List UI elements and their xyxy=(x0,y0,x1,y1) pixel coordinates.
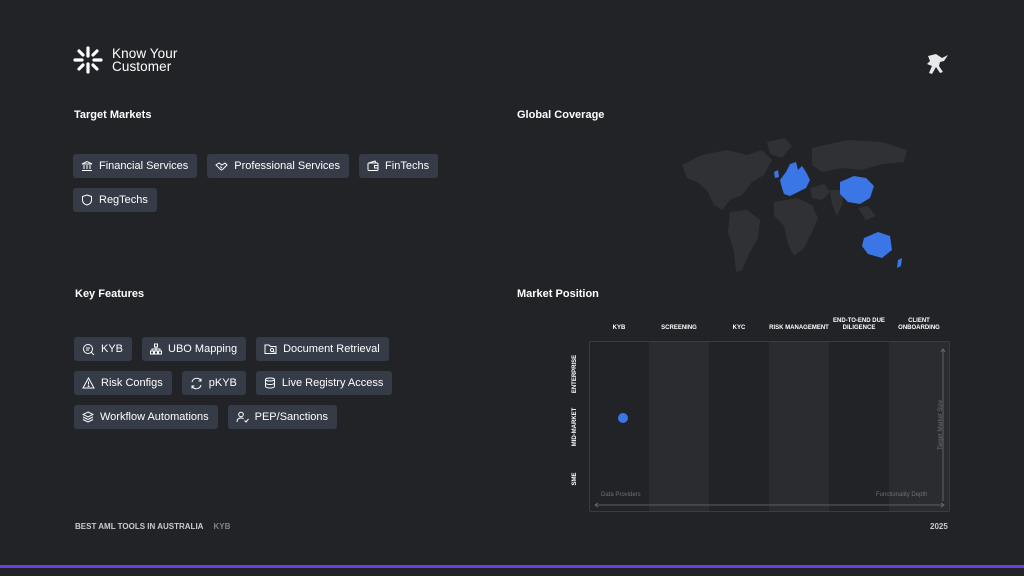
chip-label: pKYB xyxy=(208,377,237,389)
map-new-zealand-highlight xyxy=(897,258,902,268)
map-southeast-asia xyxy=(858,206,876,220)
target-markets-row-2: RegTechs xyxy=(73,188,157,212)
asterisk-logo-icon xyxy=(73,46,103,74)
brand-name: Know Your Customer xyxy=(112,47,177,74)
map-north-america xyxy=(682,150,772,210)
handshake-icon xyxy=(215,162,228,171)
axis-arrows xyxy=(594,348,946,508)
chip-label: Professional Services xyxy=(234,160,341,172)
chip-label: Document Retrieval xyxy=(283,343,380,355)
column-header-screening: SCREENING xyxy=(661,325,697,331)
market-position-title: Market Position xyxy=(517,288,599,300)
database-icon xyxy=(264,377,275,389)
layers-icon xyxy=(82,411,94,423)
chip-label: Workflow Automations xyxy=(100,411,209,423)
footer-tag: KYB xyxy=(213,522,231,531)
chip-risk-configs: Risk Configs xyxy=(74,371,172,395)
column-header-kyc: KYC xyxy=(732,325,746,331)
map-africa xyxy=(774,198,818,256)
chip-live-registry-access: Live Registry Access xyxy=(255,371,393,395)
key-features-row-1: KYB UBO Mapping Document Retrieval xyxy=(74,337,389,361)
map-south-america xyxy=(728,210,760,272)
refresh-icon xyxy=(191,377,202,389)
column-header-risk-management: RISK MANAGEMENT xyxy=(769,325,829,331)
user-check-icon xyxy=(236,411,249,423)
target-markets-row-1: Financial Services Professional Services… xyxy=(73,154,439,178)
chip-document-retrieval: Document Retrieval xyxy=(256,337,389,361)
chip-label: Live Registry Access xyxy=(281,377,384,389)
world-map xyxy=(682,138,907,272)
shield-icon xyxy=(82,194,92,206)
chip-kyb: KYB xyxy=(74,337,133,361)
folder-icon xyxy=(264,344,277,354)
global-coverage-title: Global Coverage xyxy=(517,109,605,121)
chip-label: KYB xyxy=(101,343,124,355)
row-label-sme: SME xyxy=(572,472,578,486)
hierarchy-icon xyxy=(150,343,163,355)
key-features-row-2: Risk Configs pKYB Live Registry Access xyxy=(74,371,393,395)
chip-financial-services: Financial Services xyxy=(73,154,198,178)
map-uk-highlight xyxy=(774,170,779,178)
search-doc-icon xyxy=(83,343,95,355)
chip-ubo-mapping: UBO Mapping xyxy=(142,337,247,361)
bank-icon xyxy=(81,160,93,171)
chip-label: PEP/Sanctions xyxy=(254,411,328,423)
row-label-mid-market: MID-MARKET xyxy=(572,407,578,447)
chip-label: Risk Configs xyxy=(101,377,163,389)
column-header-kyb: KYB xyxy=(612,325,626,331)
chip-label: Financial Services xyxy=(99,160,189,172)
map-europe-highlight xyxy=(780,162,810,196)
chip-pkyb: pKYB xyxy=(181,371,246,395)
key-features-title: Key Features xyxy=(75,288,145,300)
chip-label: UBO Mapping xyxy=(168,343,238,355)
map-greenland xyxy=(767,138,792,158)
footer: BEST AML TOOLS IN AUSTRALIA KYB xyxy=(75,522,230,531)
map-australia-highlight xyxy=(862,232,892,258)
knight-mark-icon xyxy=(927,54,948,74)
wallet-icon xyxy=(367,160,379,171)
row-label-enterprise: ENTERPRISE xyxy=(572,354,578,394)
column-header-end-to-end-due-diligence: END-TO-END DUE DILIGENCE xyxy=(833,318,885,331)
brand-logo: Know Your Customer xyxy=(72,45,177,75)
slide: Know Your Customer Target Markets Financ… xyxy=(0,0,1024,576)
map-china-highlight xyxy=(840,176,874,204)
column-header-client-onboarding: CLIENT ONBOARDING xyxy=(898,318,940,331)
target-markets-title: Target Markets xyxy=(74,109,152,121)
brand-name-line2: Customer xyxy=(112,59,172,74)
chip-workflow-automations: Workflow Automations xyxy=(74,405,218,429)
map-middle-east xyxy=(810,184,830,200)
chip-label: RegTechs xyxy=(99,194,148,206)
map-north-asia xyxy=(812,140,907,172)
chip-fintechs: FinTechs xyxy=(359,154,439,178)
footer-year: 2025 xyxy=(930,522,948,531)
warning-icon xyxy=(82,377,95,389)
chip-professional-services: Professional Services xyxy=(207,154,350,178)
chip-regtechs: RegTechs xyxy=(73,188,157,212)
accent-bar xyxy=(0,565,1024,568)
chip-label: FinTechs xyxy=(385,160,430,172)
footer-title: BEST AML TOOLS IN AUSTRALIA xyxy=(75,522,204,531)
chip-pep-sanctions: PEP/Sanctions xyxy=(227,405,337,429)
key-features-row-3: Workflow Automations PEP/Sanctions xyxy=(74,405,337,429)
